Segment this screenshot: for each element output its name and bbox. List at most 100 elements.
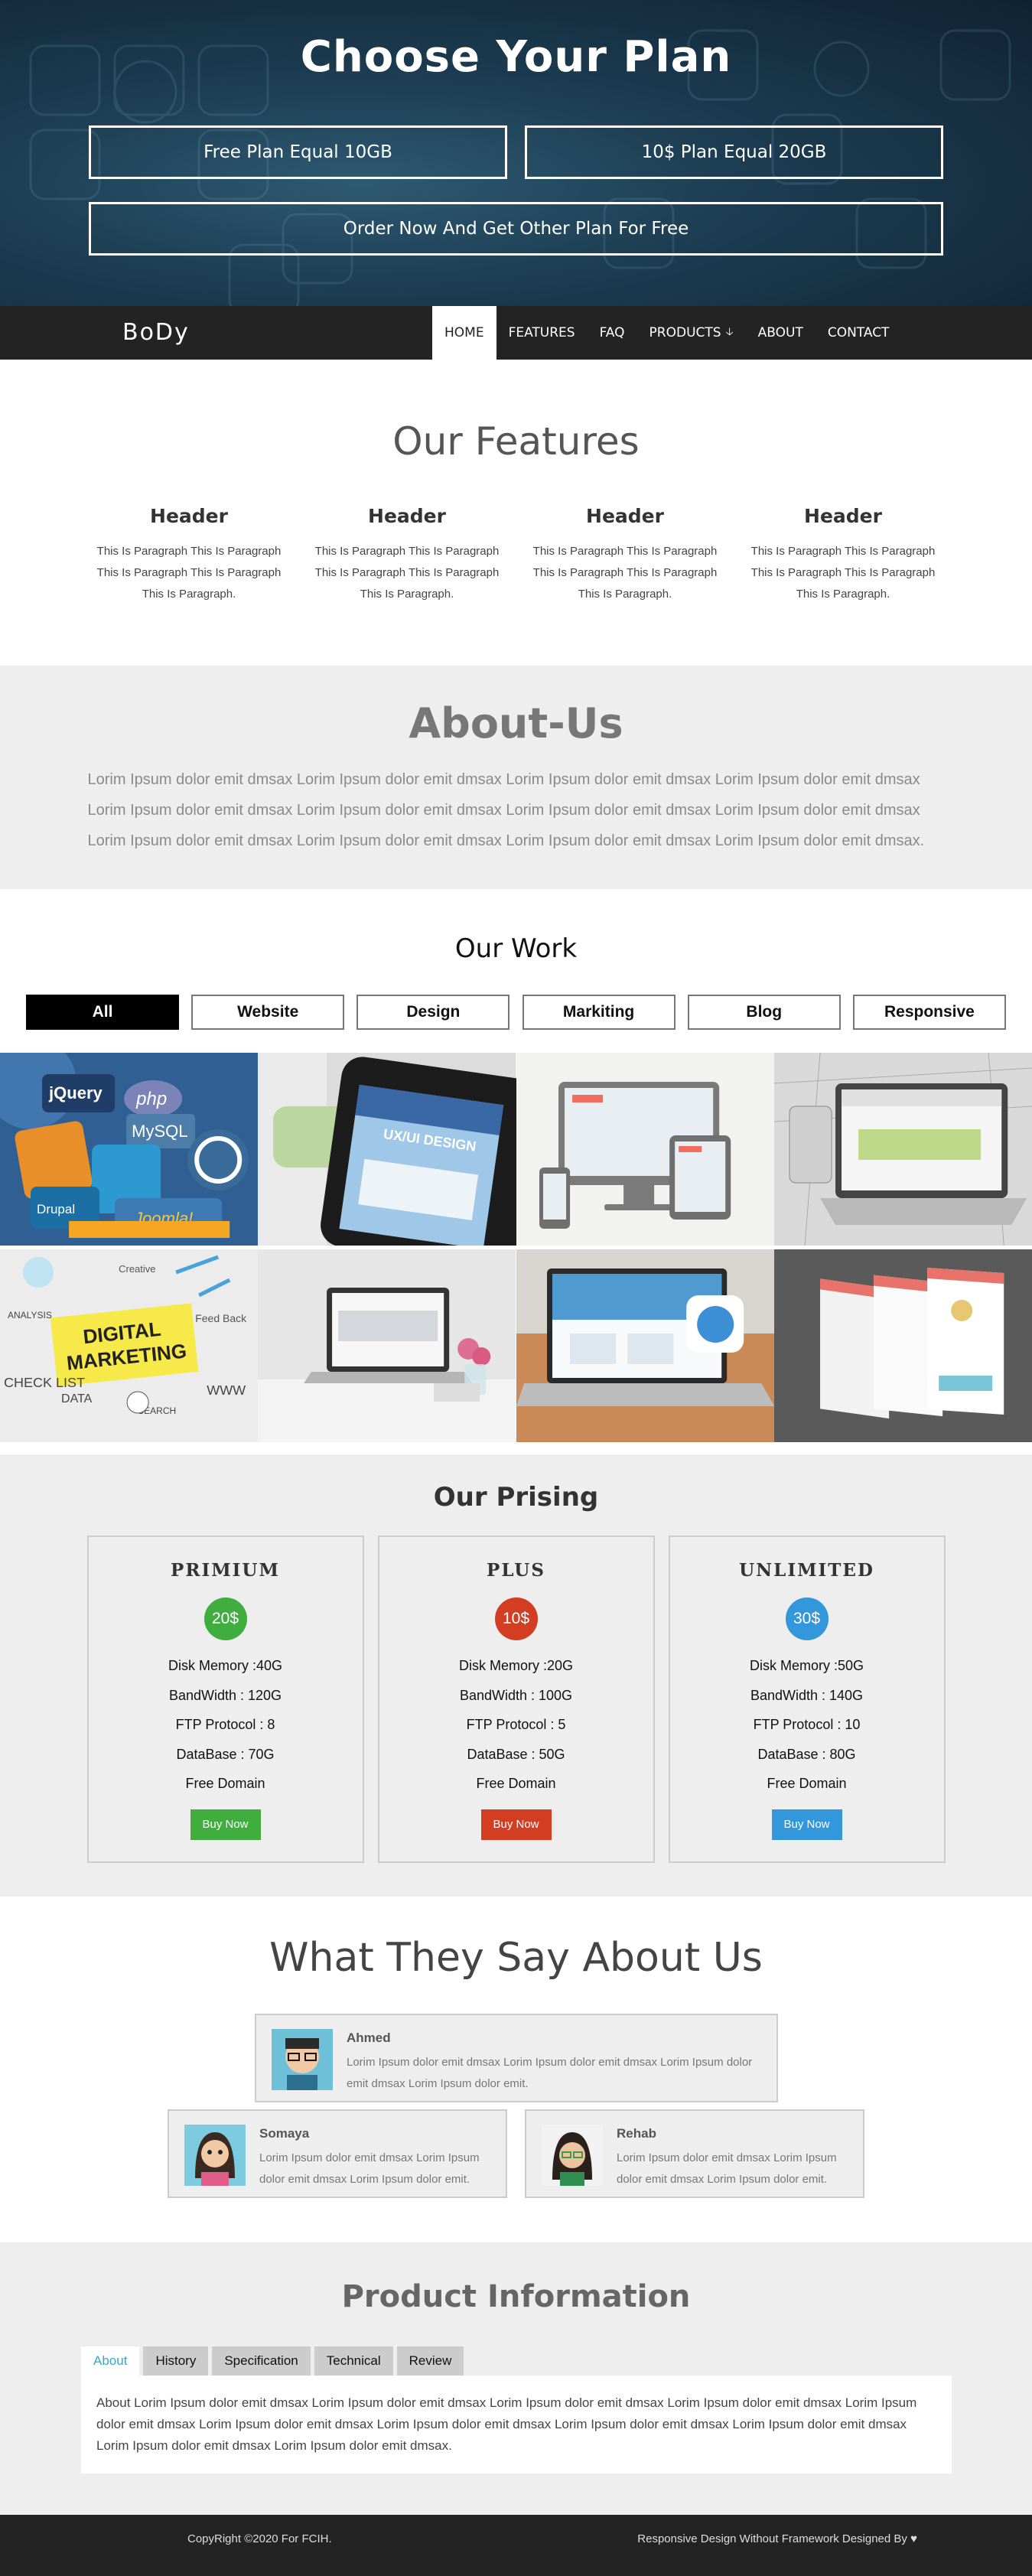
plan-feature: FTP Protocol : 8 xyxy=(175,1717,275,1732)
testimonial-card: Rehab Lorim Ipsum dolor emit dmsax Lorim… xyxy=(525,2109,864,2198)
filter-website-button[interactable]: Website xyxy=(191,995,345,1030)
responsive-devices-image[interactable] xyxy=(516,1053,774,1246)
app-screens-image[interactable] xyxy=(773,1249,1032,1442)
testimonials-section: What They Say About Us Ahmed Lorim Ipsum… xyxy=(0,1897,1032,2242)
buy-now-button[interactable]: Buy Now xyxy=(480,1809,552,1840)
nav-item-features[interactable]: FEATURES xyxy=(496,306,588,360)
work-title: Our Work xyxy=(454,933,578,964)
cms-logos-image[interactable]: jQuery php MySQL Drupal Joomla! xyxy=(0,1053,259,1246)
testimonial-text: Lorim Ipsum dolor emit dmsax Lorim Ipsum… xyxy=(347,2056,753,2090)
feature-item: Header This Is Paragraph This Is Paragra… xyxy=(298,505,516,605)
testimonial-name: Somaya xyxy=(259,2126,310,2141)
ten-dollar-plan-button[interactable]: 10$ Plan Equal 20GB xyxy=(525,125,943,179)
svg-text:DATA: DATA xyxy=(61,1392,93,1405)
laptop-sketch-image[interactable] xyxy=(773,1053,1032,1246)
filter-all-button[interactable]: All xyxy=(26,995,179,1030)
plan-feature: Free Domain xyxy=(476,1776,556,1791)
plan-feature: DataBase : 50G xyxy=(467,1746,565,1762)
tab-panel-about: About Lorim Ipsum dolor emit dmsax Lorim… xyxy=(81,2376,952,2473)
svg-text:WWW: WWW xyxy=(207,1382,246,1398)
plan-feature: Free Domain xyxy=(185,1776,265,1791)
nav-item-about[interactable]: ABOUT xyxy=(746,306,816,360)
nav-item-home[interactable]: HOME xyxy=(432,306,496,360)
plan-feature: FTP Protocol : 5 xyxy=(466,1717,566,1732)
hero-section: Choose Your Plan Free Plan Equal 10GB 10… xyxy=(0,0,1032,306)
laptop-desk-flowers-image[interactable] xyxy=(258,1249,516,1442)
pricing-section: Our Prising PRIMIUM 20$ Disk Memory :40G… xyxy=(0,1454,1032,1897)
footer: CopyRight ©2020 For FCIH. Responsive Des… xyxy=(0,2515,1032,2576)
pricing-card-premium: PRIMIUM 20$ Disk Memory :40G BandWidth :… xyxy=(86,1536,364,1863)
tab-history[interactable]: History xyxy=(143,2346,209,2376)
about-title: About-Us xyxy=(409,699,623,747)
plan-feature: DataBase : 80G xyxy=(757,1746,856,1762)
tab-specification[interactable]: Specification xyxy=(212,2346,311,2376)
testimonial-card: Ahmed Lorim Ipsum dolor emit dmsax Lorim… xyxy=(255,2014,778,2102)
nav-item-faq[interactable]: FAQ xyxy=(588,306,637,360)
work-section: Our Work All Website Design Markiting Bl… xyxy=(0,889,1032,1454)
ui-ux-phone-image[interactable]: UX/UI DESIGN xyxy=(258,1053,516,1246)
laptop-website-image[interactable] xyxy=(516,1249,774,1442)
tab-about[interactable]: About xyxy=(81,2346,140,2376)
buy-now-button[interactable]: Buy Now xyxy=(771,1809,842,1840)
nav-item-products-label: PRODUCTS xyxy=(649,325,721,340)
pricing-card-unlimited: UNLIMITED 30$ Disk Memory :50G BandWidth… xyxy=(668,1536,946,1863)
plan-feature: BandWidth : 120G xyxy=(168,1687,282,1703)
features-title: Our Features xyxy=(392,419,640,464)
svg-text:Drupal: Drupal xyxy=(37,1202,75,1216)
navbar: BoDy HOME FEATURES FAQ PRODUCTS 🡣 ABOUT C… xyxy=(0,306,1032,360)
designed-by-text: Responsive Design Without Framework Desi… xyxy=(637,2532,917,2545)
feature-text: This Is Paragraph This Is Paragraph This… xyxy=(750,545,936,601)
pricing-card-plus: PLUS 10$ Disk Memory :20G BandWidth : 10… xyxy=(377,1536,655,1863)
feature-item: Header This Is Paragraph This Is Paragra… xyxy=(516,505,734,605)
plan-features: Disk Memory :40G BandWidth : 120G FTP Pr… xyxy=(89,1651,363,1799)
hero-title: Choose Your Plan xyxy=(300,32,732,82)
plan-feature: Disk Memory :20G xyxy=(458,1658,574,1673)
testimonials-title: What They Say About Us xyxy=(269,1935,763,1981)
price-badge: 30$ xyxy=(785,1597,829,1640)
plan-feature: Free Domain xyxy=(767,1776,847,1791)
svg-text:CHECK LIST: CHECK LIST xyxy=(4,1375,85,1390)
plan-name: PRIMIUM xyxy=(171,1560,280,1581)
buy-now-button[interactable]: Buy Now xyxy=(190,1809,261,1840)
filter-responsive-button[interactable]: Responsive xyxy=(852,995,1006,1030)
feature-header: Header xyxy=(368,505,446,527)
testimonial-name: Ahmed xyxy=(347,2031,391,2045)
pricing-title: Our Prising xyxy=(433,1482,599,1513)
avatar xyxy=(184,2125,246,2186)
testimonial-card: Somaya Lorim Ipsum dolor emit dmsax Lori… xyxy=(168,2109,507,2198)
plan-feature: Disk Memory :40G xyxy=(168,1658,283,1673)
price-badge: 10$ xyxy=(494,1597,538,1640)
svg-text:php: php xyxy=(135,1089,167,1109)
feature-item: Header This Is Paragraph This Is Paragra… xyxy=(734,505,952,605)
price-badge: 20$ xyxy=(203,1597,247,1640)
svg-text:Creative: Creative xyxy=(119,1263,155,1275)
pricing-cards: PRIMIUM 20$ Disk Memory :40G BandWidth :… xyxy=(0,1536,1032,1863)
nav-menu: HOME FEATURES FAQ PRODUCTS 🡣 ABOUT CONTAC… xyxy=(432,306,901,360)
filter-blog-button[interactable]: Blog xyxy=(687,995,841,1030)
plan-feature: BandWidth : 100G xyxy=(459,1687,573,1703)
filter-design-button[interactable]: Design xyxy=(356,995,510,1030)
order-now-button[interactable]: Order Now And Get Other Plan For Free xyxy=(89,202,943,256)
tab-technical[interactable]: Technical xyxy=(314,2346,393,2376)
digital-marketing-image[interactable]: DIGITAL MARKETING ANALYSIS CHECK LIST DA… xyxy=(0,1249,259,1442)
filter-marketing-button[interactable]: Markiting xyxy=(522,995,676,1030)
svg-text:ANALYSIS: ANALYSIS xyxy=(8,1310,52,1321)
nav-item-contact[interactable]: CONTACT xyxy=(816,306,902,360)
plan-features: Disk Memory :20G BandWidth : 100G FTP Pr… xyxy=(379,1651,653,1799)
tab-review[interactable]: Review xyxy=(396,2346,464,2376)
plan-feature: FTP Protocol : 10 xyxy=(753,1717,861,1732)
plan-name: UNLIMITED xyxy=(739,1560,874,1581)
nav-item-products[interactable]: PRODUCTS 🡣 xyxy=(637,306,746,360)
testimonial-name: Rehab xyxy=(617,2126,656,2141)
avatar xyxy=(542,2125,603,2186)
features-list: Header This Is Paragraph This Is Paragra… xyxy=(0,505,1032,605)
svg-text:MySQL: MySQL xyxy=(132,1122,187,1141)
features-section: Our Features Header This Is Paragraph Th… xyxy=(0,360,1032,666)
product-info-section: Product Information About History Specif… xyxy=(0,2242,1032,2515)
avatar xyxy=(272,2029,333,2090)
brand-logo[interactable]: BoDy xyxy=(122,306,190,360)
about-section: About-Us Lorim Ipsum dolor emit dmsax Lo… xyxy=(0,666,1032,889)
feature-text: This Is Paragraph This Is Paragraph This… xyxy=(532,545,718,601)
free-plan-button[interactable]: Free Plan Equal 10GB xyxy=(89,125,507,179)
plan-name: PLUS xyxy=(487,1560,545,1581)
